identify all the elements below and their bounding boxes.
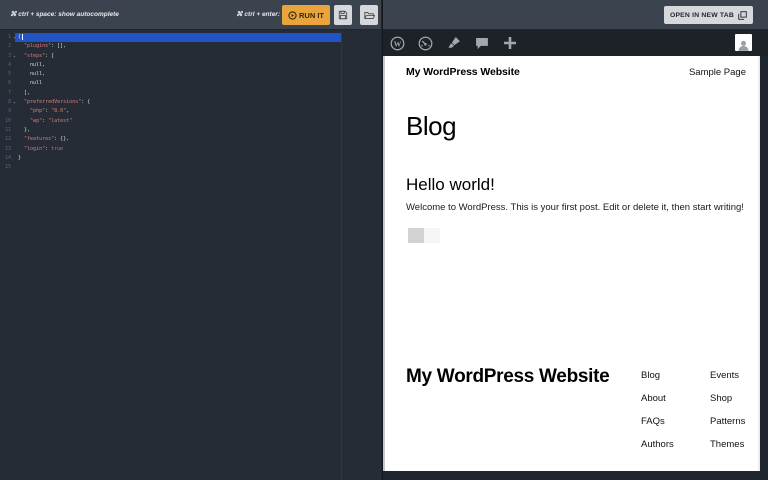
code-line[interactable]: 9 "php": "8.0", — [0, 107, 381, 116]
preview-panel: OPEN IN NEW TAB W — [382, 0, 768, 480]
fold-arrow-icon[interactable]: ▾ — [11, 98, 18, 107]
code-line[interactable]: 7 ], — [0, 89, 381, 98]
fold-arrow-icon[interactable]: ▾ — [11, 33, 18, 42]
footer-site-title: My WordPress Website — [406, 366, 609, 388]
code-lines: 1▾{2 "plugins": [],3▾ "steps": [4 null,5… — [0, 31, 381, 172]
line-number: 1 — [0, 33, 11, 42]
fold-arrow-icon[interactable]: ▾ — [11, 52, 18, 61]
code-line[interactable]: 3▾ "steps": [ — [0, 52, 381, 61]
code-text: "login": true — [18, 145, 63, 154]
line-number: 13 — [0, 145, 11, 154]
code-text: "wp": "latest" — [18, 117, 72, 126]
code-line[interactable]: 15 — [0, 163, 381, 172]
run-button-label: RUN IT — [299, 11, 324, 20]
dashboard-gauge-icon[interactable] — [418, 36, 433, 51]
open-file-button[interactable] — [360, 5, 378, 25]
code-line[interactable]: 14} — [0, 154, 381, 163]
code-text: "features": {}, — [18, 135, 69, 144]
code-line[interactable]: 4 null, — [0, 61, 381, 70]
code-line[interactable]: 1▾{ — [0, 33, 381, 42]
run-button[interactable]: RUN IT — [282, 5, 330, 25]
footer-link[interactable]: About — [641, 393, 674, 416]
page-heading: Blog — [406, 111, 456, 142]
code-text: ], — [18, 89, 30, 98]
post-title-link[interactable]: Hello world! — [406, 175, 495, 195]
customizer-brush-icon[interactable] — [446, 36, 461, 51]
site-title-link[interactable]: My WordPress Website — [406, 66, 520, 78]
code-text: null, — [18, 70, 45, 79]
code-line[interactable]: 6 null — [0, 79, 381, 88]
site-header: My WordPress Website Sample Page — [406, 66, 746, 78]
open-in-new-tab-label: OPEN IN NEW TAB — [670, 12, 734, 19]
editor-panel: ⌘ ctrl + space: show autocomplete ⌘ ctrl… — [0, 0, 381, 480]
code-line[interactable]: 10 "wp": "latest" — [0, 117, 381, 126]
code-text: } — [18, 154, 21, 163]
add-new-plus-icon[interactable] — [502, 36, 517, 51]
line-number: 14 — [0, 154, 11, 163]
nav-link-sample-page[interactable]: Sample Page — [689, 67, 746, 78]
code-text: }, — [18, 126, 30, 135]
svg-text:W: W — [394, 39, 402, 48]
line-number: 2 — [0, 42, 11, 51]
footer-link[interactable]: Authors — [641, 439, 674, 462]
run-shortcut-hint: ⌘ ctrl + enter: — [236, 10, 280, 18]
code-line[interactable]: 12 "features": {}, — [0, 135, 381, 144]
footer-link[interactable]: Shop — [710, 393, 745, 416]
line-number: 6 — [0, 79, 11, 88]
wp-admin-bar: W — [383, 30, 768, 56]
code-text: "steps": [ — [18, 52, 54, 61]
footer-link[interactable]: Blog — [641, 370, 674, 393]
comments-bubble-icon[interactable] — [474, 36, 489, 51]
editor-toolbar: ⌘ ctrl + space: show autocomplete ⌘ ctrl… — [0, 0, 381, 30]
footer-link[interactable]: Themes — [710, 439, 745, 462]
code-line[interactable]: 2 "plugins": [], — [0, 42, 381, 51]
text-cursor — [22, 34, 23, 40]
code-line[interactable]: 13 "login": true — [0, 145, 381, 154]
line-number: 9 — [0, 107, 11, 116]
footer-links-col2: EventsShopPatternsThemes — [710, 370, 745, 462]
code-editor[interactable]: 1▾{2 "plugins": [],3▾ "steps": [4 null,5… — [0, 31, 381, 480]
person-silhouette-icon — [737, 40, 750, 51]
code-line[interactable]: 11 }, — [0, 126, 381, 135]
autocomplete-hint: ⌘ ctrl + space: show autocomplete — [10, 10, 119, 18]
active-line-highlight — [15, 33, 341, 42]
line-number: 4 — [0, 61, 11, 70]
footer-links-col1: BlogAboutFAQsAuthors — [641, 370, 674, 462]
footer-link[interactable]: Events — [710, 370, 745, 393]
code-line[interactable]: 8▾ "preferredVersions": { — [0, 98, 381, 107]
line-number: 11 — [0, 126, 11, 135]
footer-link[interactable]: Patterns — [710, 416, 745, 439]
line-number: 3 — [0, 52, 11, 61]
code-text: "plugins": [], — [18, 42, 66, 51]
line-number: 10 — [0, 117, 11, 126]
code-text: { — [18, 33, 23, 42]
code-text: null, — [18, 61, 45, 70]
site-preview: My WordPress Website Sample Page Blog He… — [383, 56, 760, 471]
image-placeholder — [424, 228, 440, 243]
save-button[interactable] — [334, 5, 352, 25]
preview-toolbar: OPEN IN NEW TAB — [383, 0, 768, 30]
line-number: 8 — [0, 98, 11, 107]
code-text: "php": "8.0", — [18, 107, 69, 116]
open-in-new-tab-button[interactable]: OPEN IN NEW TAB — [664, 6, 753, 24]
wordpress-logo-icon[interactable]: W — [390, 36, 405, 51]
editor-right-ruler — [341, 31, 342, 480]
line-number: 15 — [0, 163, 11, 172]
floppy-disk-icon — [338, 10, 348, 20]
line-number: 7 — [0, 89, 11, 98]
code-text: "preferredVersions": { — [18, 98, 90, 107]
post-meta-placeholders — [408, 228, 440, 243]
post-excerpt: Welcome to WordPress. This is your first… — [406, 202, 744, 213]
play-circle-icon — [288, 11, 297, 20]
image-placeholder — [408, 228, 424, 243]
line-number: 5 — [0, 70, 11, 79]
footer-link[interactable]: FAQs — [641, 416, 674, 439]
code-line[interactable]: 5 null, — [0, 70, 381, 79]
new-tab-icon — [738, 11, 747, 20]
code-text: null — [18, 79, 42, 88]
line-number: 12 — [0, 135, 11, 144]
folder-open-icon — [364, 11, 375, 20]
user-avatar[interactable] — [735, 34, 752, 51]
